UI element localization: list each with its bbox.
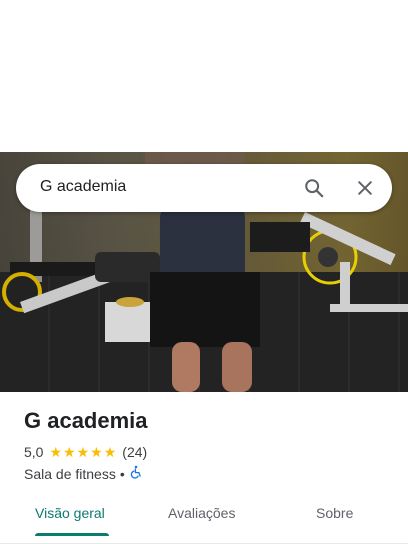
tab-bar: Visão geral Avaliações Sobre <box>0 492 408 544</box>
tab-about[interactable]: Sobre <box>316 505 353 521</box>
tab-reviews[interactable]: Avaliações <box>168 505 235 521</box>
tab-overview[interactable]: Visão geral <box>35 505 105 521</box>
rating-stars: ★ ★ ★ ★ ★ <box>49 445 117 459</box>
active-tab-indicator <box>35 533 109 536</box>
rating-row[interactable]: 5,0 ★ ★ ★ ★ ★ (24) <box>24 444 147 460</box>
review-count[interactable]: (24) <box>122 444 147 460</box>
search-bar[interactable]: G academia <box>16 164 392 212</box>
wheelchair-icon <box>129 465 143 482</box>
rating-value: 5,0 <box>24 444 44 460</box>
separator-dot: • <box>119 465 125 482</box>
category-label: Sala de fitness <box>24 465 116 482</box>
place-title: G academia <box>24 408 148 433</box>
close-icon[interactable] <box>349 172 381 204</box>
search-input[interactable]: G academia <box>40 178 126 196</box>
star-icon: ★ <box>76 444 90 460</box>
star-icon: ★ <box>49 444 63 460</box>
star-icon: ★ <box>90 444 103 460</box>
search-icon[interactable] <box>298 172 330 204</box>
star-icon: ★ <box>63 444 76 460</box>
map-blank-area <box>0 0 408 152</box>
category-row: Sala de fitness • <box>24 465 143 482</box>
star-icon: ★ <box>103 444 117 460</box>
